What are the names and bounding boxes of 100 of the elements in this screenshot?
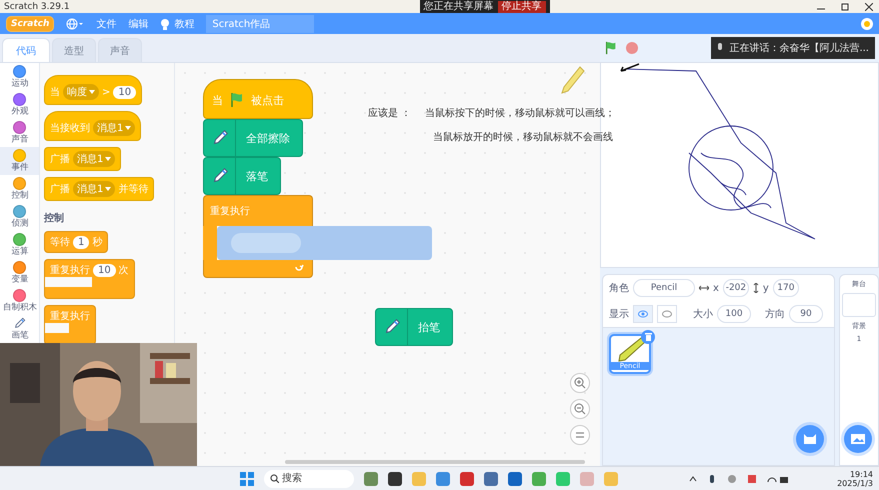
eye-off-icon [662, 310, 672, 318]
cursor-icon [619, 63, 641, 73]
cat-icon [803, 433, 817, 445]
block-label: 全部擦除 [246, 130, 290, 146]
tooltip-text: 正在讲话：余奋华【阿儿法营... [729, 42, 869, 55]
clock-date: 2025/1/3 [837, 478, 873, 488]
category-label: 控制 [11, 192, 28, 200]
number-input[interactable]: 1 [73, 236, 90, 248]
reset-zoom-button[interactable] [570, 425, 590, 445]
block-label: 落笔 [246, 168, 268, 184]
loop-end-block[interactable] [203, 260, 313, 278]
category-label: 自制积木 [2, 304, 36, 312]
caret-icon [89, 90, 95, 94]
comment-text: 当鼠标放开的时候，移动鼠标就不会画线 [433, 130, 614, 144]
category-item[interactable]: 控制 [0, 175, 39, 203]
block-label: 秒 [92, 236, 102, 249]
category-label: 声音 [11, 136, 28, 144]
block-label: 当接收到 [50, 122, 90, 135]
flag-icon[interactable] [229, 92, 245, 108]
flag-icon[interactable] [604, 41, 618, 55]
block-label: 广播 [50, 182, 70, 196]
delete-button[interactable] [641, 330, 655, 344]
loop-arrow-icon [294, 264, 304, 274]
x-field[interactable]: -202 [722, 279, 749, 297]
zoom-in-button[interactable] [570, 373, 590, 393]
field-label: y [762, 282, 769, 294]
taskbar-app-icon[interactable] [508, 472, 522, 486]
field-label: 大小 [693, 308, 713, 321]
size-field[interactable]: 100 [717, 305, 751, 323]
block-label: 等待 [50, 236, 70, 249]
block-label: 广播 [50, 152, 70, 166]
field-label: 方向 [765, 308, 785, 321]
number-input[interactable]: 10 [93, 264, 116, 276]
category-item[interactable]: 变量 [0, 259, 39, 287]
zoom-in-icon [574, 377, 586, 389]
vertical-arrow-icon [752, 283, 759, 293]
window-title: Scratch 3.29.1 [4, 0, 70, 12]
globe-icon[interactable] [66, 18, 84, 30]
category-item[interactable]: 画笔 [0, 315, 39, 343]
block-label: 重复执行 [50, 264, 90, 277]
zoom-out-button[interactable] [570, 399, 590, 419]
show-button[interactable] [633, 305, 653, 323]
block-label: > [102, 86, 110, 98]
share-status: 您正在共享屏幕 [424, 0, 494, 12]
number-input[interactable]: 10 [113, 86, 136, 98]
category-label: 运算 [11, 248, 28, 256]
field-label: x [713, 282, 719, 294]
tab[interactable]: 造型 [52, 38, 96, 62]
caret-icon [105, 157, 112, 161]
block-label: 当 [50, 86, 60, 99]
windows-icon[interactable] [240, 472, 254, 486]
category-item[interactable]: 声音 [0, 119, 39, 147]
restore-icon[interactable] [841, 2, 849, 10]
category-label: 侦测 [11, 220, 28, 228]
image-icon [851, 434, 865, 444]
block-label: 重复执行 [50, 310, 90, 323]
comment-text: 当鼠标按下的时候，移动鼠标就可以画线； [425, 106, 616, 120]
microphone-icon [717, 43, 724, 53]
pencil-icon [560, 65, 586, 95]
caret-icon [105, 187, 112, 191]
category-item[interactable]: 侦测 [0, 203, 39, 231]
horizontal-arrow-icon [699, 285, 709, 291]
category-item[interactable]: 运算 [0, 231, 39, 259]
hat-block[interactable]: 当 响度 > 10 [44, 75, 142, 105]
add-sprite-button[interactable] [796, 425, 824, 453]
close-icon[interactable] [865, 2, 873, 10]
caret-icon [125, 126, 132, 130]
category-item[interactable]: 运动 [0, 63, 39, 91]
trash-icon [644, 333, 652, 341]
stop-share-button[interactable]: 停止共享 [498, 0, 546, 12]
field-label: 角色 [609, 282, 629, 295]
comment-text: 应该是 ： [368, 106, 412, 120]
category-item[interactable]: 自制积木 [0, 287, 39, 315]
block-label: 当 [212, 93, 223, 108]
stop-icon[interactable] [626, 42, 638, 54]
tray-icons[interactable] [688, 474, 788, 484]
block-label: 并等待 [118, 182, 148, 196]
loop-block[interactable]: 重复执行 10 次 [44, 259, 135, 299]
taskbar-app-icon[interactable] [388, 472, 402, 486]
category-label: 变量 [11, 276, 28, 284]
block-label: 次 [118, 264, 129, 277]
add-backdrop-button[interactable] [844, 425, 872, 453]
code-block[interactable]: 等待 1 秒 [44, 231, 108, 253]
y-field[interactable]: 170 [772, 279, 799, 297]
stage-thumbnail[interactable] [842, 293, 876, 317]
category-item[interactable]: 事件 [0, 147, 39, 175]
sprite-name-field[interactable]: Pencil [633, 279, 695, 297]
zoom-out-icon [574, 403, 586, 415]
block-label: 抬笔 [418, 320, 440, 334]
category-label: 画笔 [11, 332, 28, 340]
block-label: 被点击 [251, 93, 284, 108]
direction-field[interactable]: 90 [789, 305, 823, 323]
category-label: 外观 [11, 108, 28, 116]
category-label: 运动 [11, 80, 28, 88]
eye-icon [638, 310, 648, 318]
tab[interactable]: 代码 [2, 38, 50, 62]
hide-button[interactable] [657, 305, 677, 323]
category-label: 事件 [11, 164, 28, 172]
category-item[interactable]: 外观 [0, 91, 39, 119]
search-field[interactable]: 搜索 [264, 470, 354, 488]
